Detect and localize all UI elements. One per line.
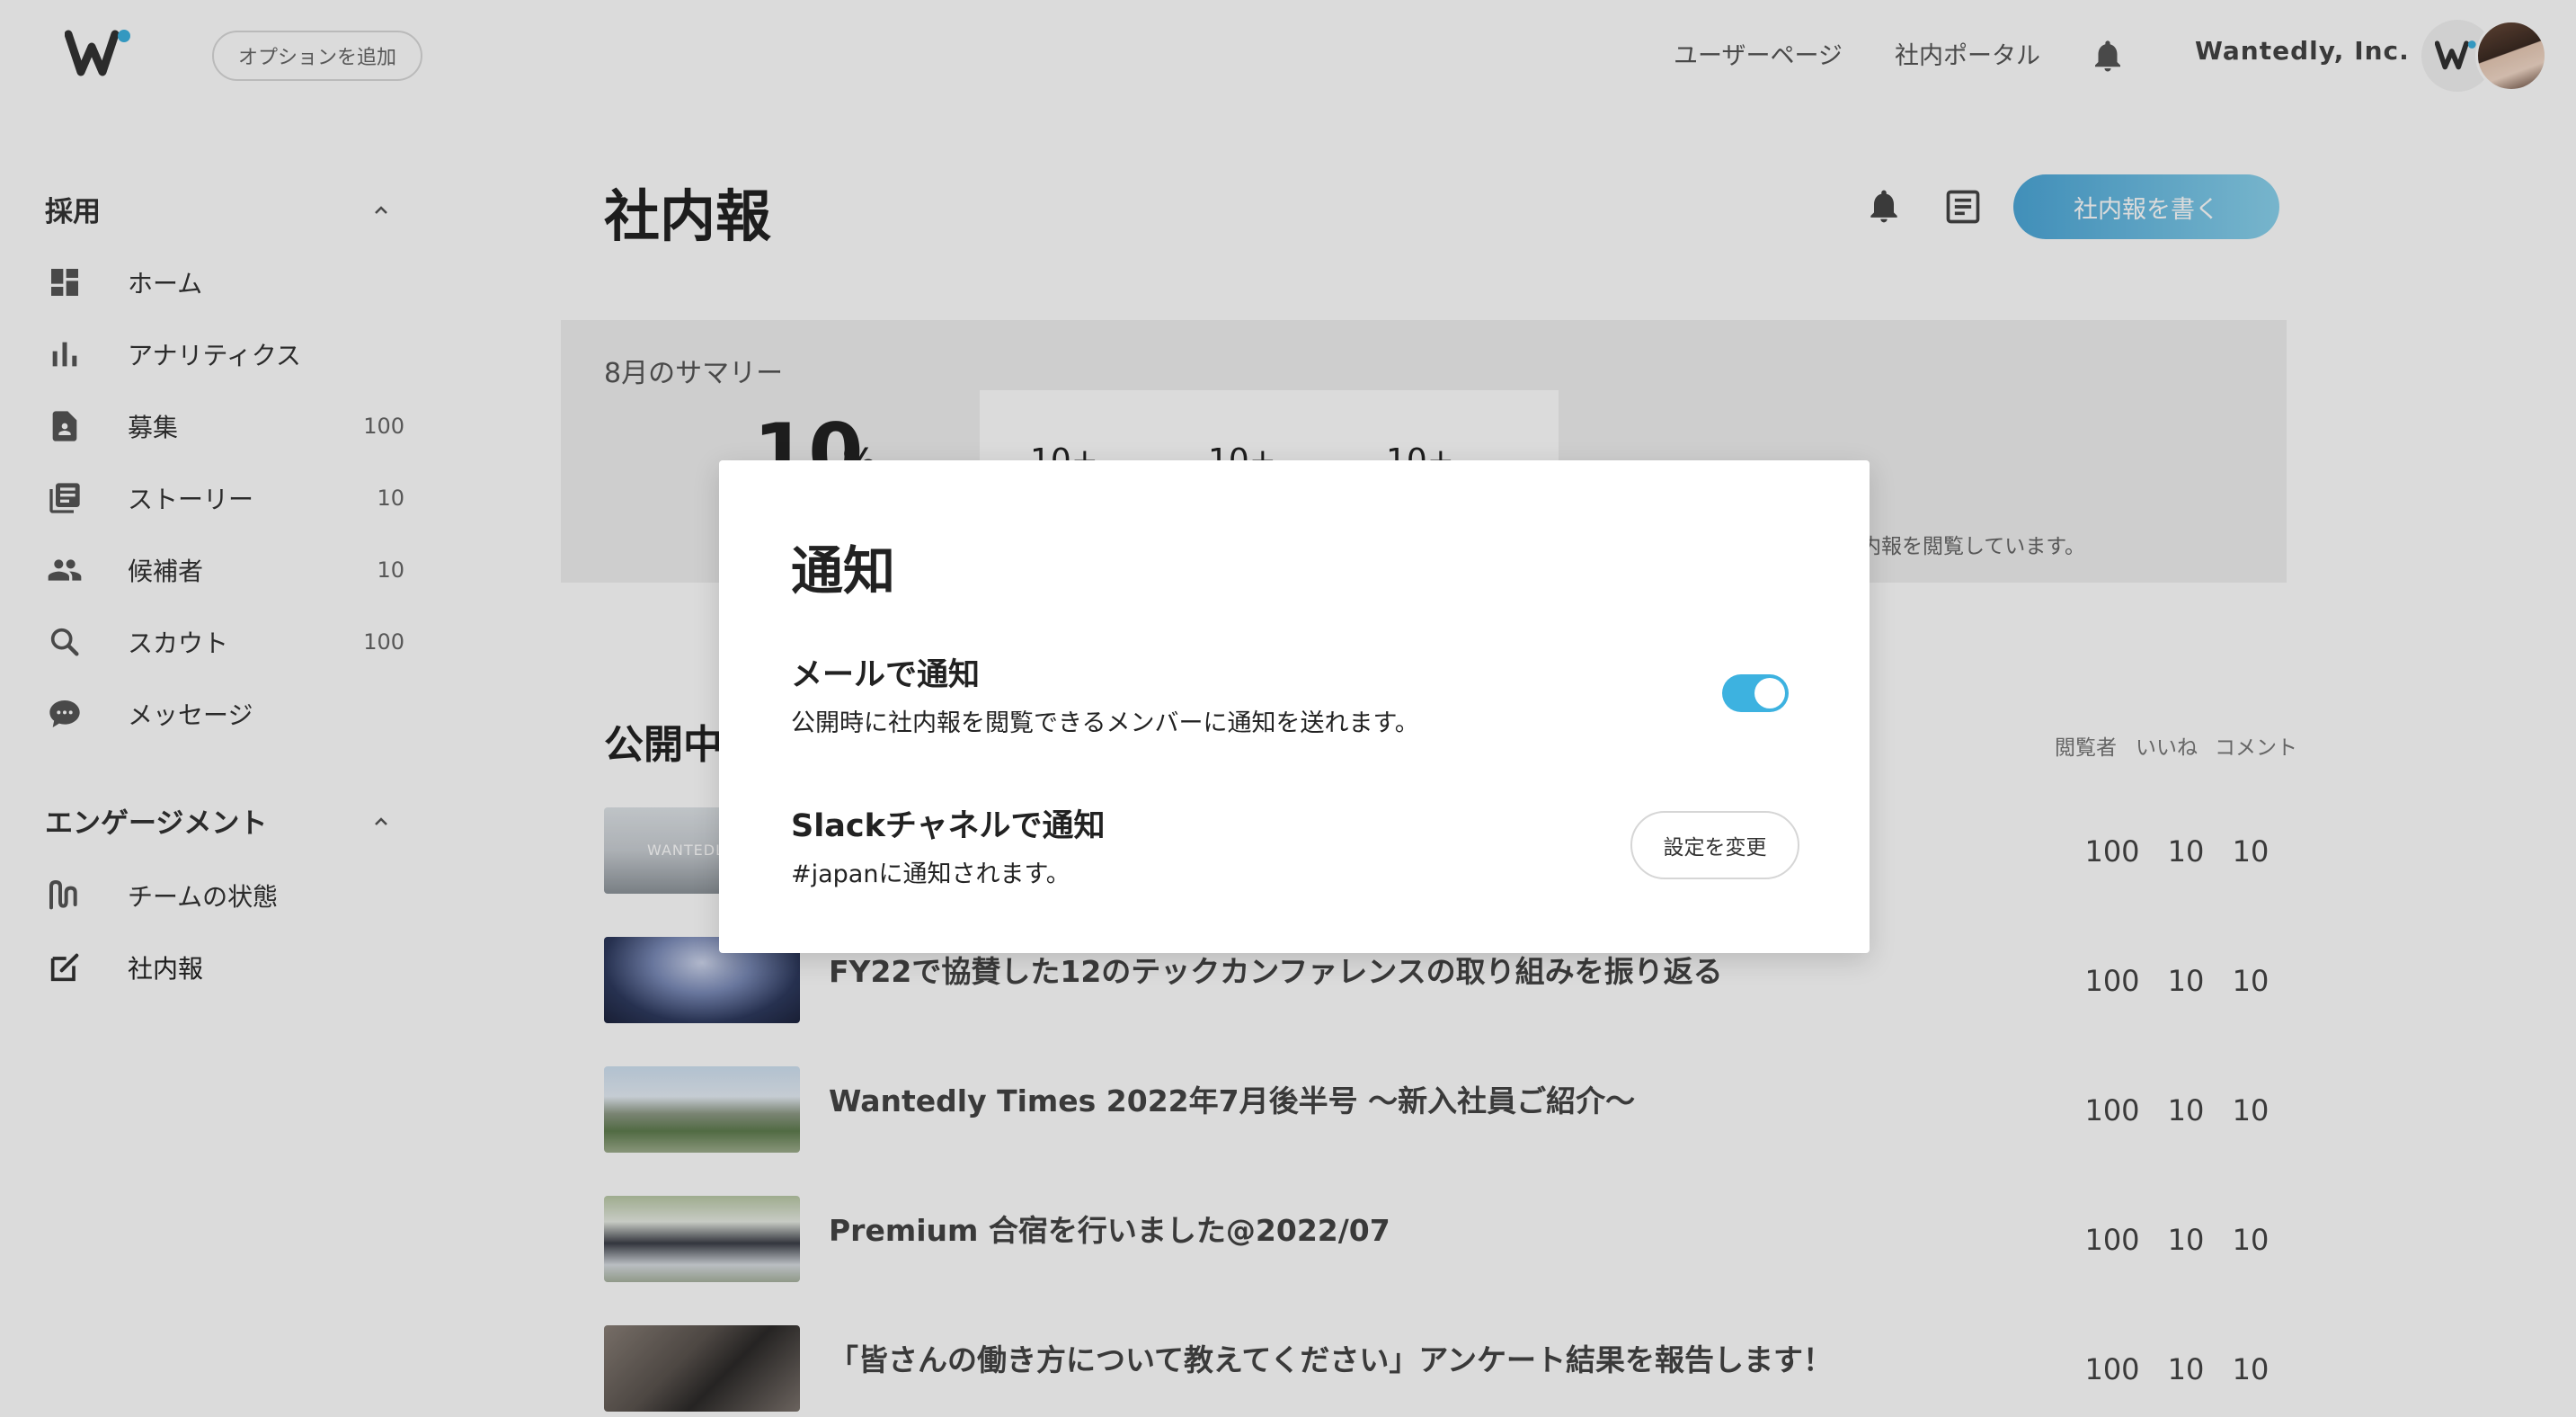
change-settings-button[interactable]: 設定を変更	[1630, 811, 1799, 879]
email-notify-description: 公開時に社内報を閲覧できるメンバーに通知を送れます。	[791, 709, 1419, 737]
modal-title: 通知	[791, 540, 896, 602]
email-notify-toggle[interactable]	[1722, 674, 1789, 712]
slack-notify-description: #japanに通知されます。	[791, 860, 1070, 888]
notification-modal: 通知 メールで通知 公開時に社内報を閲覧できるメンバーに通知を送れます。 Sla…	[719, 460, 1870, 953]
slack-notify-heading: Slackチャネルで通知	[791, 808, 1106, 844]
toggle-knob	[1754, 678, 1785, 708]
email-notify-heading: メールで通知	[791, 657, 981, 693]
